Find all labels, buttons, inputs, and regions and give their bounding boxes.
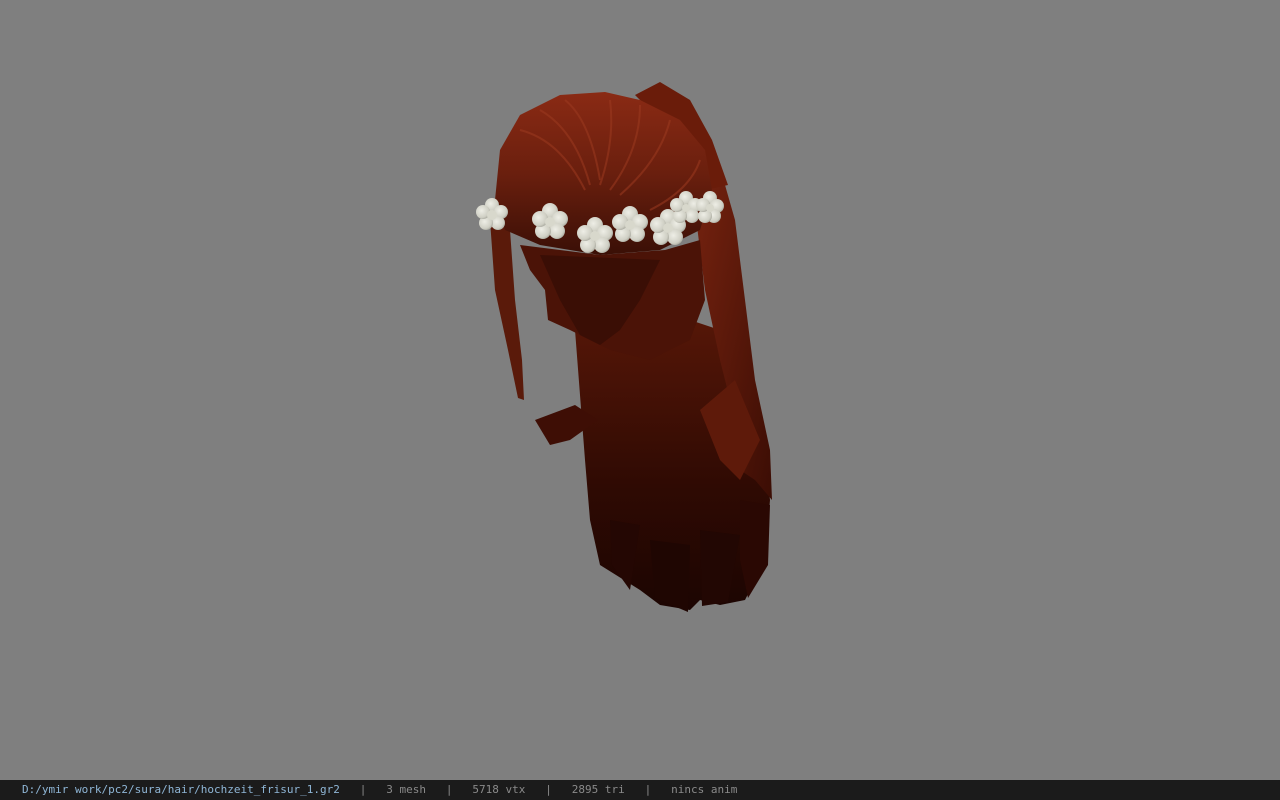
status-separator: | <box>445 783 453 796</box>
vertex-count: 5718 vtx <box>472 783 526 796</box>
status-separator: | <box>359 783 367 796</box>
hair-left-lock <box>490 220 524 400</box>
model-file-path: D:/ymir work/pc2/sura/hair/hochzeit_fris… <box>22 783 340 796</box>
status-separator: | <box>545 783 552 796</box>
triangle-count: 2895 tri <box>571 783 625 796</box>
status-bar: D:/ymir work/pc2/sura/hair/hochzeit_fris… <box>0 780 1280 800</box>
status-separator: | <box>644 783 652 796</box>
3d-viewport[interactable] <box>0 0 1280 780</box>
mesh-count: 3 mesh <box>386 783 427 796</box>
animation-status: nincs anim <box>671 783 738 796</box>
hair-model-render <box>476 82 772 612</box>
